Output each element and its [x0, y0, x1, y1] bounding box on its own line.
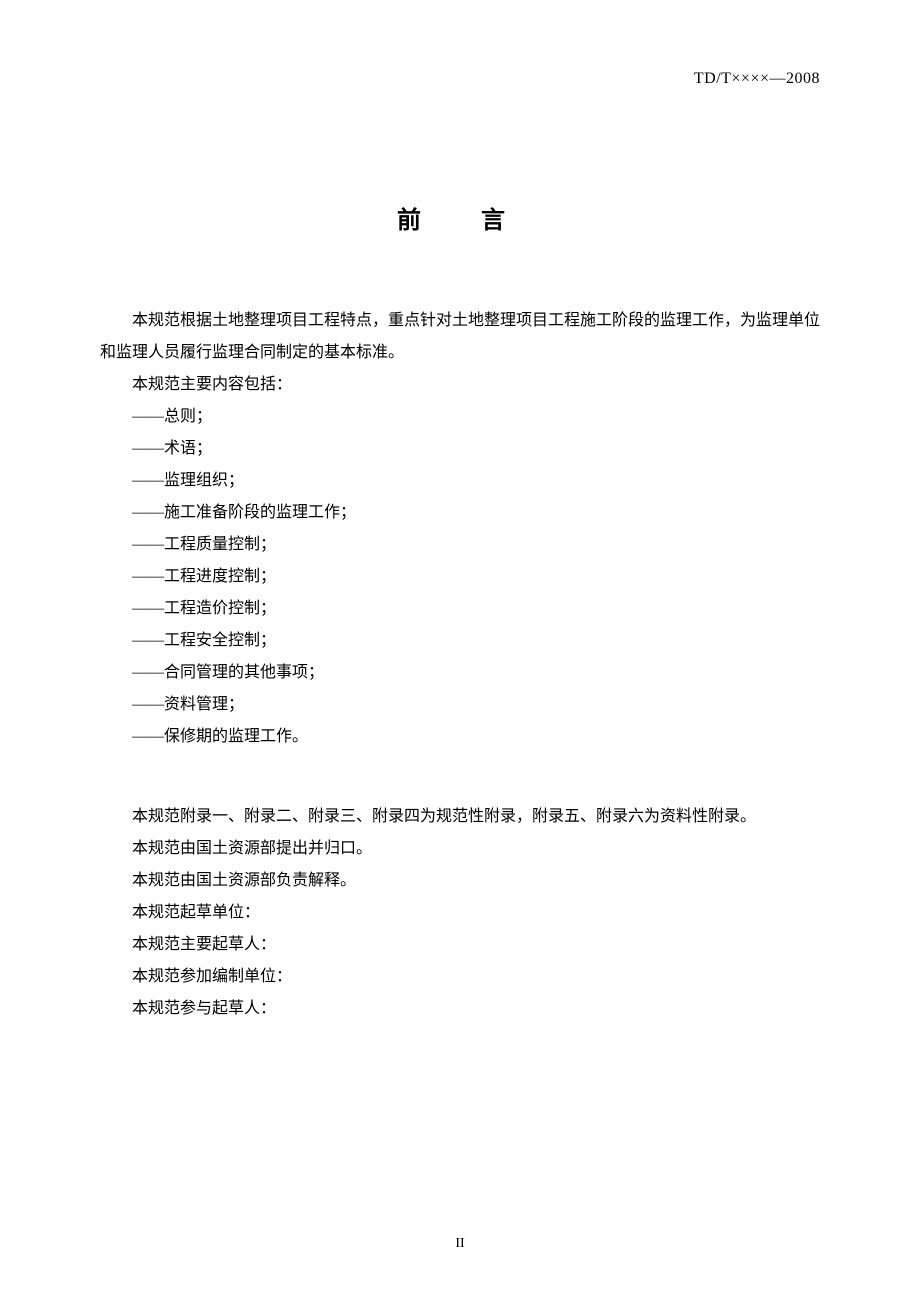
list-item: ——施工准备阶段的监理工作； [132, 497, 820, 529]
list-item: ——保修期的监理工作。 [132, 721, 820, 753]
note-line: 本规范由国土资源部负责解释。 [100, 865, 820, 897]
body-content: 本规范根据土地整理项目工程特点，重点针对土地整理项目工程施工阶段的监理工作，为监… [100, 305, 820, 1025]
note-line: 本规范参加编制单位： [100, 961, 820, 993]
list-item: ——资料管理； [132, 689, 820, 721]
document-code: TD/T××××—2008 [694, 70, 820, 88]
note-line: 本规范附录一、附录二、附录三、附录四为规范性附录，附录五、附录六为资料性附录。 [100, 801, 820, 833]
list-item: ——总则； [132, 401, 820, 433]
contents-list: ——总则； ——术语； ——监理组织； ——施工准备阶段的监理工作； ——工程质… [132, 401, 820, 753]
list-item: ——工程安全控制； [132, 625, 820, 657]
list-item: ——工程质量控制； [132, 529, 820, 561]
list-item: ——工程造价控制； [132, 593, 820, 625]
note-line: 本规范起草单位： [100, 897, 820, 929]
spacer [100, 753, 820, 801]
document-page: TD/T××××—2008 前 言 本规范根据土地整理项目工程特点，重点针对土地… [0, 0, 920, 1302]
list-item: ——监理组织； [132, 465, 820, 497]
page-title: 前 言 [100, 200, 820, 235]
list-item: ——工程进度控制； [132, 561, 820, 593]
note-line: 本规范主要起草人： [100, 929, 820, 961]
page-number: II [0, 1236, 920, 1252]
intro-paragraph-1: 本规范根据土地整理项目工程特点，重点针对土地整理项目工程施工阶段的监理工作，为监… [100, 305, 820, 369]
note-line: 本规范由国土资源部提出并归口。 [100, 833, 820, 865]
list-item: ——合同管理的其他事项； [132, 657, 820, 689]
intro-paragraph-2: 本规范主要内容包括： [100, 369, 820, 401]
note-line: 本规范参与起草人： [100, 993, 820, 1025]
list-item: ——术语； [132, 433, 820, 465]
